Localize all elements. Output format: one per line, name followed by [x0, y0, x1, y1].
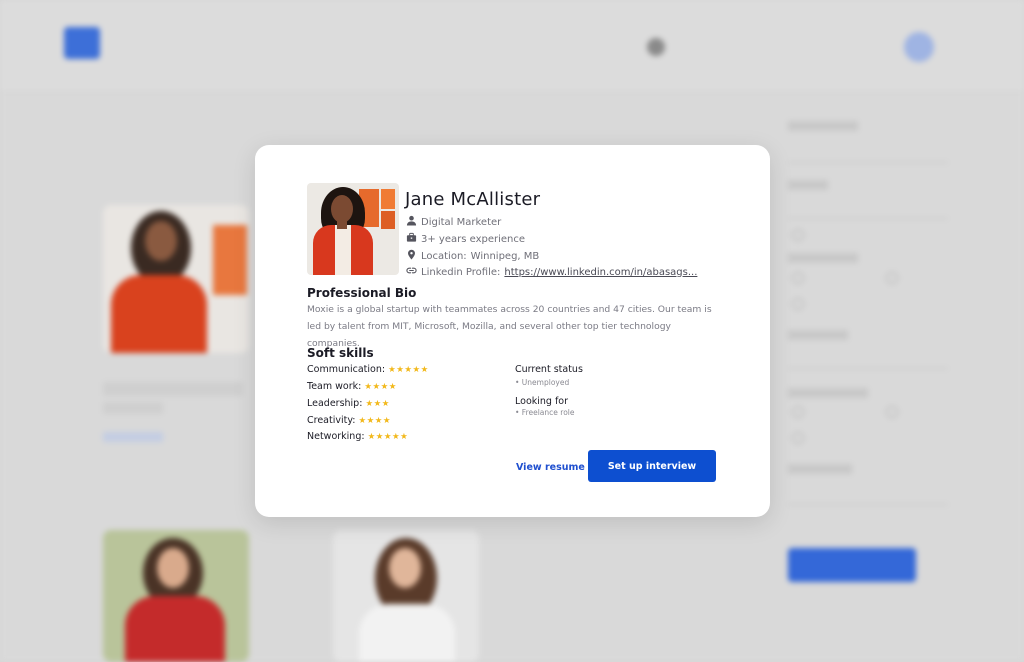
linkedin-label: Linkedin Profile: — [421, 266, 501, 278]
bio-heading: Professional Bio — [307, 286, 417, 300]
filter-radio — [792, 432, 804, 444]
filter-radio — [886, 272, 898, 284]
star-rating: ★★★★ — [358, 416, 391, 426]
top-navbar — [0, 0, 1024, 93]
logo — [64, 27, 100, 59]
filter-label — [788, 253, 858, 263]
candidate-modal: Jane McAllister Digital Marketer 3+ year… — [255, 145, 770, 517]
linkedin-row: Linkedin Profile: https://www.linkedin.c… — [406, 265, 697, 279]
filter-label — [788, 464, 852, 474]
person-icon — [406, 215, 417, 229]
view-resume-link[interactable]: View resume → — [516, 462, 596, 473]
filter-field — [788, 478, 948, 505]
location-value: Winnipeg, MB — [470, 250, 540, 262]
candidate-photo — [103, 205, 249, 353]
looking-for-heading: Looking for — [515, 396, 569, 407]
skill-label: Team work: — [307, 381, 362, 392]
skill-row: Creativity: ★★★★ — [307, 415, 391, 426]
candidate-photo — [333, 530, 479, 662]
star-rating: ★★★ — [365, 399, 390, 409]
skill-row: Leadership: ★★★ — [307, 398, 390, 409]
filter-label — [788, 121, 858, 131]
filter-radio — [886, 406, 898, 418]
linkedin-link[interactable]: https://www.linkedin.com/in/abasags... — [504, 267, 697, 278]
avatar — [904, 32, 934, 62]
profile-photo — [307, 183, 399, 275]
current-status-heading: Current status — [515, 364, 583, 375]
filter-radio — [792, 406, 804, 418]
looking-for-value: • Freelance role — [515, 408, 575, 417]
link-icon — [406, 265, 417, 279]
filter-radio — [792, 229, 804, 241]
candidate-link-placeholder — [103, 432, 163, 442]
filter-field — [788, 136, 948, 163]
star-rating: ★★★★ — [364, 382, 397, 392]
briefcase-icon — [406, 232, 417, 246]
setup-interview-button[interactable]: Set up interview — [588, 450, 716, 482]
job-title: Digital Marketer — [421, 216, 502, 228]
experience-row: 3+ years experience — [406, 232, 525, 246]
skill-label: Networking: — [307, 431, 365, 442]
experience: 3+ years experience — [421, 233, 526, 245]
filter-radio — [792, 298, 804, 310]
filter-field — [788, 342, 948, 369]
location-pin-icon — [406, 249, 417, 263]
candidate-photo — [103, 530, 249, 662]
candidate-name-placeholder — [103, 382, 243, 396]
skill-label: Creativity: — [307, 415, 356, 426]
star-rating: ★★★★★ — [388, 365, 429, 375]
filter-label — [788, 180, 828, 190]
current-status-value: • Unemployed — [515, 378, 570, 387]
star-rating: ★★★★★ — [367, 432, 409, 442]
skill-row: Communication: ★★★★★ — [307, 364, 429, 375]
skills-heading: Soft skills — [307, 346, 374, 360]
language-icon — [647, 38, 665, 56]
skill-row: Networking: ★★★★★ — [307, 431, 408, 442]
candidate-role-placeholder — [103, 402, 163, 414]
search-button — [788, 548, 916, 582]
skill-label: Leadership: — [307, 398, 363, 409]
skill-row: Team work: ★★★★ — [307, 381, 397, 392]
job-title-row: Digital Marketer — [406, 215, 501, 229]
skill-label: Communication: — [307, 364, 386, 375]
filter-label — [788, 388, 868, 398]
candidate-name: Jane McAllister — [405, 189, 541, 210]
bio-text: Moxie is a global startup with teammates… — [307, 304, 712, 349]
location-label: Location: — [421, 250, 467, 262]
filter-label — [788, 330, 848, 340]
filter-field — [788, 192, 948, 219]
location-row: Location: Winnipeg, MB — [406, 249, 539, 263]
filter-radio — [792, 272, 804, 284]
